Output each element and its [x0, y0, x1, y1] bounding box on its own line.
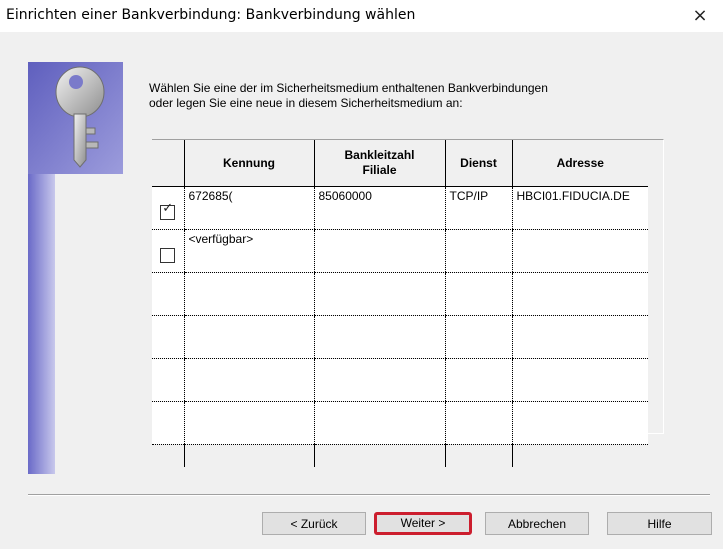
column-header-bankleitzahl[interactable]: Bankleitzahl Filiale — [313, 140, 445, 187]
cell-bankleitzahl[interactable] — [313, 229, 445, 273]
instruction-line-1: Wählen Sie eine der im Sicherheitsmedium… — [149, 81, 548, 95]
table-row-empty[interactable] — [152, 272, 648, 316]
column-header-adresse[interactable]: Adresse — [511, 140, 648, 187]
table-row-empty[interactable] — [152, 358, 648, 402]
help-button[interactable]: Hilfe — [607, 512, 712, 535]
table-row[interactable]: <verfügbar> — [152, 229, 648, 273]
close-icon[interactable]: × — [677, 0, 723, 32]
footer-divider — [28, 494, 710, 496]
next-button[interactable]: Weiter > — [374, 512, 472, 535]
row-checkbox[interactable]: ✓ — [160, 201, 176, 220]
checkmark-icon: ✓ — [162, 201, 174, 216]
table-row-partial — [152, 444, 648, 467]
cell-dienst[interactable]: TCP/IP — [444, 186, 512, 230]
window-title: Einrichten einer Bankverbindung: Bankver… — [6, 7, 416, 23]
bank-connection-table: Kennung Bankleitzahl Filiale Dienst Adre… — [152, 140, 648, 467]
table-row-empty[interactable] — [152, 401, 648, 445]
cancel-button[interactable]: Abbrechen — [485, 512, 589, 535]
instruction-line-2: oder legen Sie eine neue in diesem Siche… — [149, 96, 463, 110]
cell-bankleitzahl[interactable]: 85060000 — [313, 186, 445, 230]
key-icon — [52, 64, 112, 170]
table-row[interactable]: ✓ 672685( 85060000 TCP/IP HBCI01.FIDUCIA… — [152, 186, 648, 230]
cell-kennung[interactable]: <verfügbar> — [183, 229, 314, 273]
select-column-header[interactable] — [152, 140, 184, 187]
table-row-empty[interactable] — [152, 315, 648, 359]
row-checkbox[interactable] — [160, 248, 176, 263]
column-header-dienst[interactable]: Dienst — [444, 140, 512, 187]
title-bar: Einrichten einer Bankverbindung: Bankver… — [0, 0, 723, 32]
cell-dienst[interactable] — [444, 229, 512, 273]
column-header-bankleitzahl-line1: Bankleitzahl — [344, 148, 415, 162]
cell-adresse[interactable] — [511, 229, 648, 273]
back-button[interactable]: < Zurück — [262, 512, 366, 535]
cell-adresse[interactable]: HBCI01.FIDUCIA.DE — [511, 186, 648, 230]
column-header-bankleitzahl-line2: Filiale — [362, 163, 397, 177]
instruction-text: Wählen Sie eine der im Sicherheitsmedium… — [149, 81, 669, 111]
column-header-kennung[interactable]: Kennung — [183, 140, 314, 187]
cell-kennung[interactable]: 672685( — [183, 186, 314, 230]
